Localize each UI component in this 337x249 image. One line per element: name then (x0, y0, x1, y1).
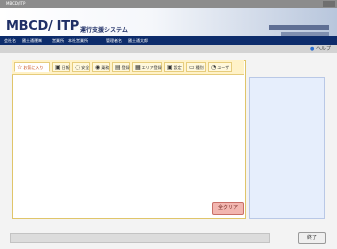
app-header: MBCD/ ITP 運行支援システム (0, 8, 337, 37)
tab-bar: ☆お気に入り ▣日報 ◌安全 ◉乗務 ▤登録 ▦エリア登録 ▣設定 ▭種別 ◔ユ… (12, 60, 244, 75)
status-bar (10, 233, 270, 243)
window-titlebar: MBCD/ITP (0, 0, 337, 8)
office-value: 本社営業所 (68, 38, 88, 43)
company-label: 会社名 (4, 38, 16, 43)
person-icon: ◉ (95, 64, 101, 71)
operator-value: 國土通太郎 (128, 38, 148, 43)
info-bar: 会社名 國土通運㈱ 営業所 本社営業所 管理者名 國土通太郎 (0, 36, 337, 45)
help-label: ヘルプ (315, 46, 331, 52)
tag-icon: ▭ (189, 64, 195, 71)
help-row: ● ヘルプ (0, 45, 337, 53)
clear-all-button[interactable]: 全クリア (212, 202, 244, 215)
app-logo: MBCD/ ITP (6, 19, 79, 34)
user-icon: ◔ (211, 64, 217, 71)
tab-settings[interactable]: ▣設定 (164, 62, 184, 72)
window-title: MBCD/ITP (6, 1, 26, 6)
tab-safety[interactable]: ◌安全 (72, 62, 90, 72)
folder-icon: ▤ (115, 64, 121, 71)
main-panel (12, 60, 246, 219)
close-button[interactable]: 終了 (298, 232, 326, 244)
tab-favorites[interactable]: ☆お気に入り (14, 62, 50, 72)
side-panel (249, 77, 325, 219)
help-link[interactable]: ● ヘルプ (310, 45, 331, 53)
map-icon: ▦ (135, 64, 141, 71)
tab-duty[interactable]: ◉乗務 (92, 62, 110, 72)
operator-label: 管理者名 (106, 38, 122, 43)
office-label: 営業所 (52, 38, 64, 43)
company-value: 國土通運㈱ (22, 38, 42, 43)
tab-daily[interactable]: ▣日報 (52, 62, 70, 72)
tab-type[interactable]: ▭種別 (186, 62, 206, 72)
note-icon: ▣ (55, 64, 61, 71)
window-controls[interactable] (323, 1, 335, 7)
star-icon: ☆ (17, 64, 23, 71)
tab-user[interactable]: ◔ユーザ (208, 62, 232, 72)
tab-area[interactable]: ▦エリア登録 (132, 62, 162, 72)
help-icon: ● (310, 46, 315, 52)
gear-icon: ▣ (167, 64, 173, 71)
shield-icon: ◌ (75, 64, 81, 71)
app-subtitle: 運行支援システム (80, 27, 128, 34)
header-status-box (269, 25, 329, 30)
tab-register[interactable]: ▤登録 (112, 62, 130, 72)
